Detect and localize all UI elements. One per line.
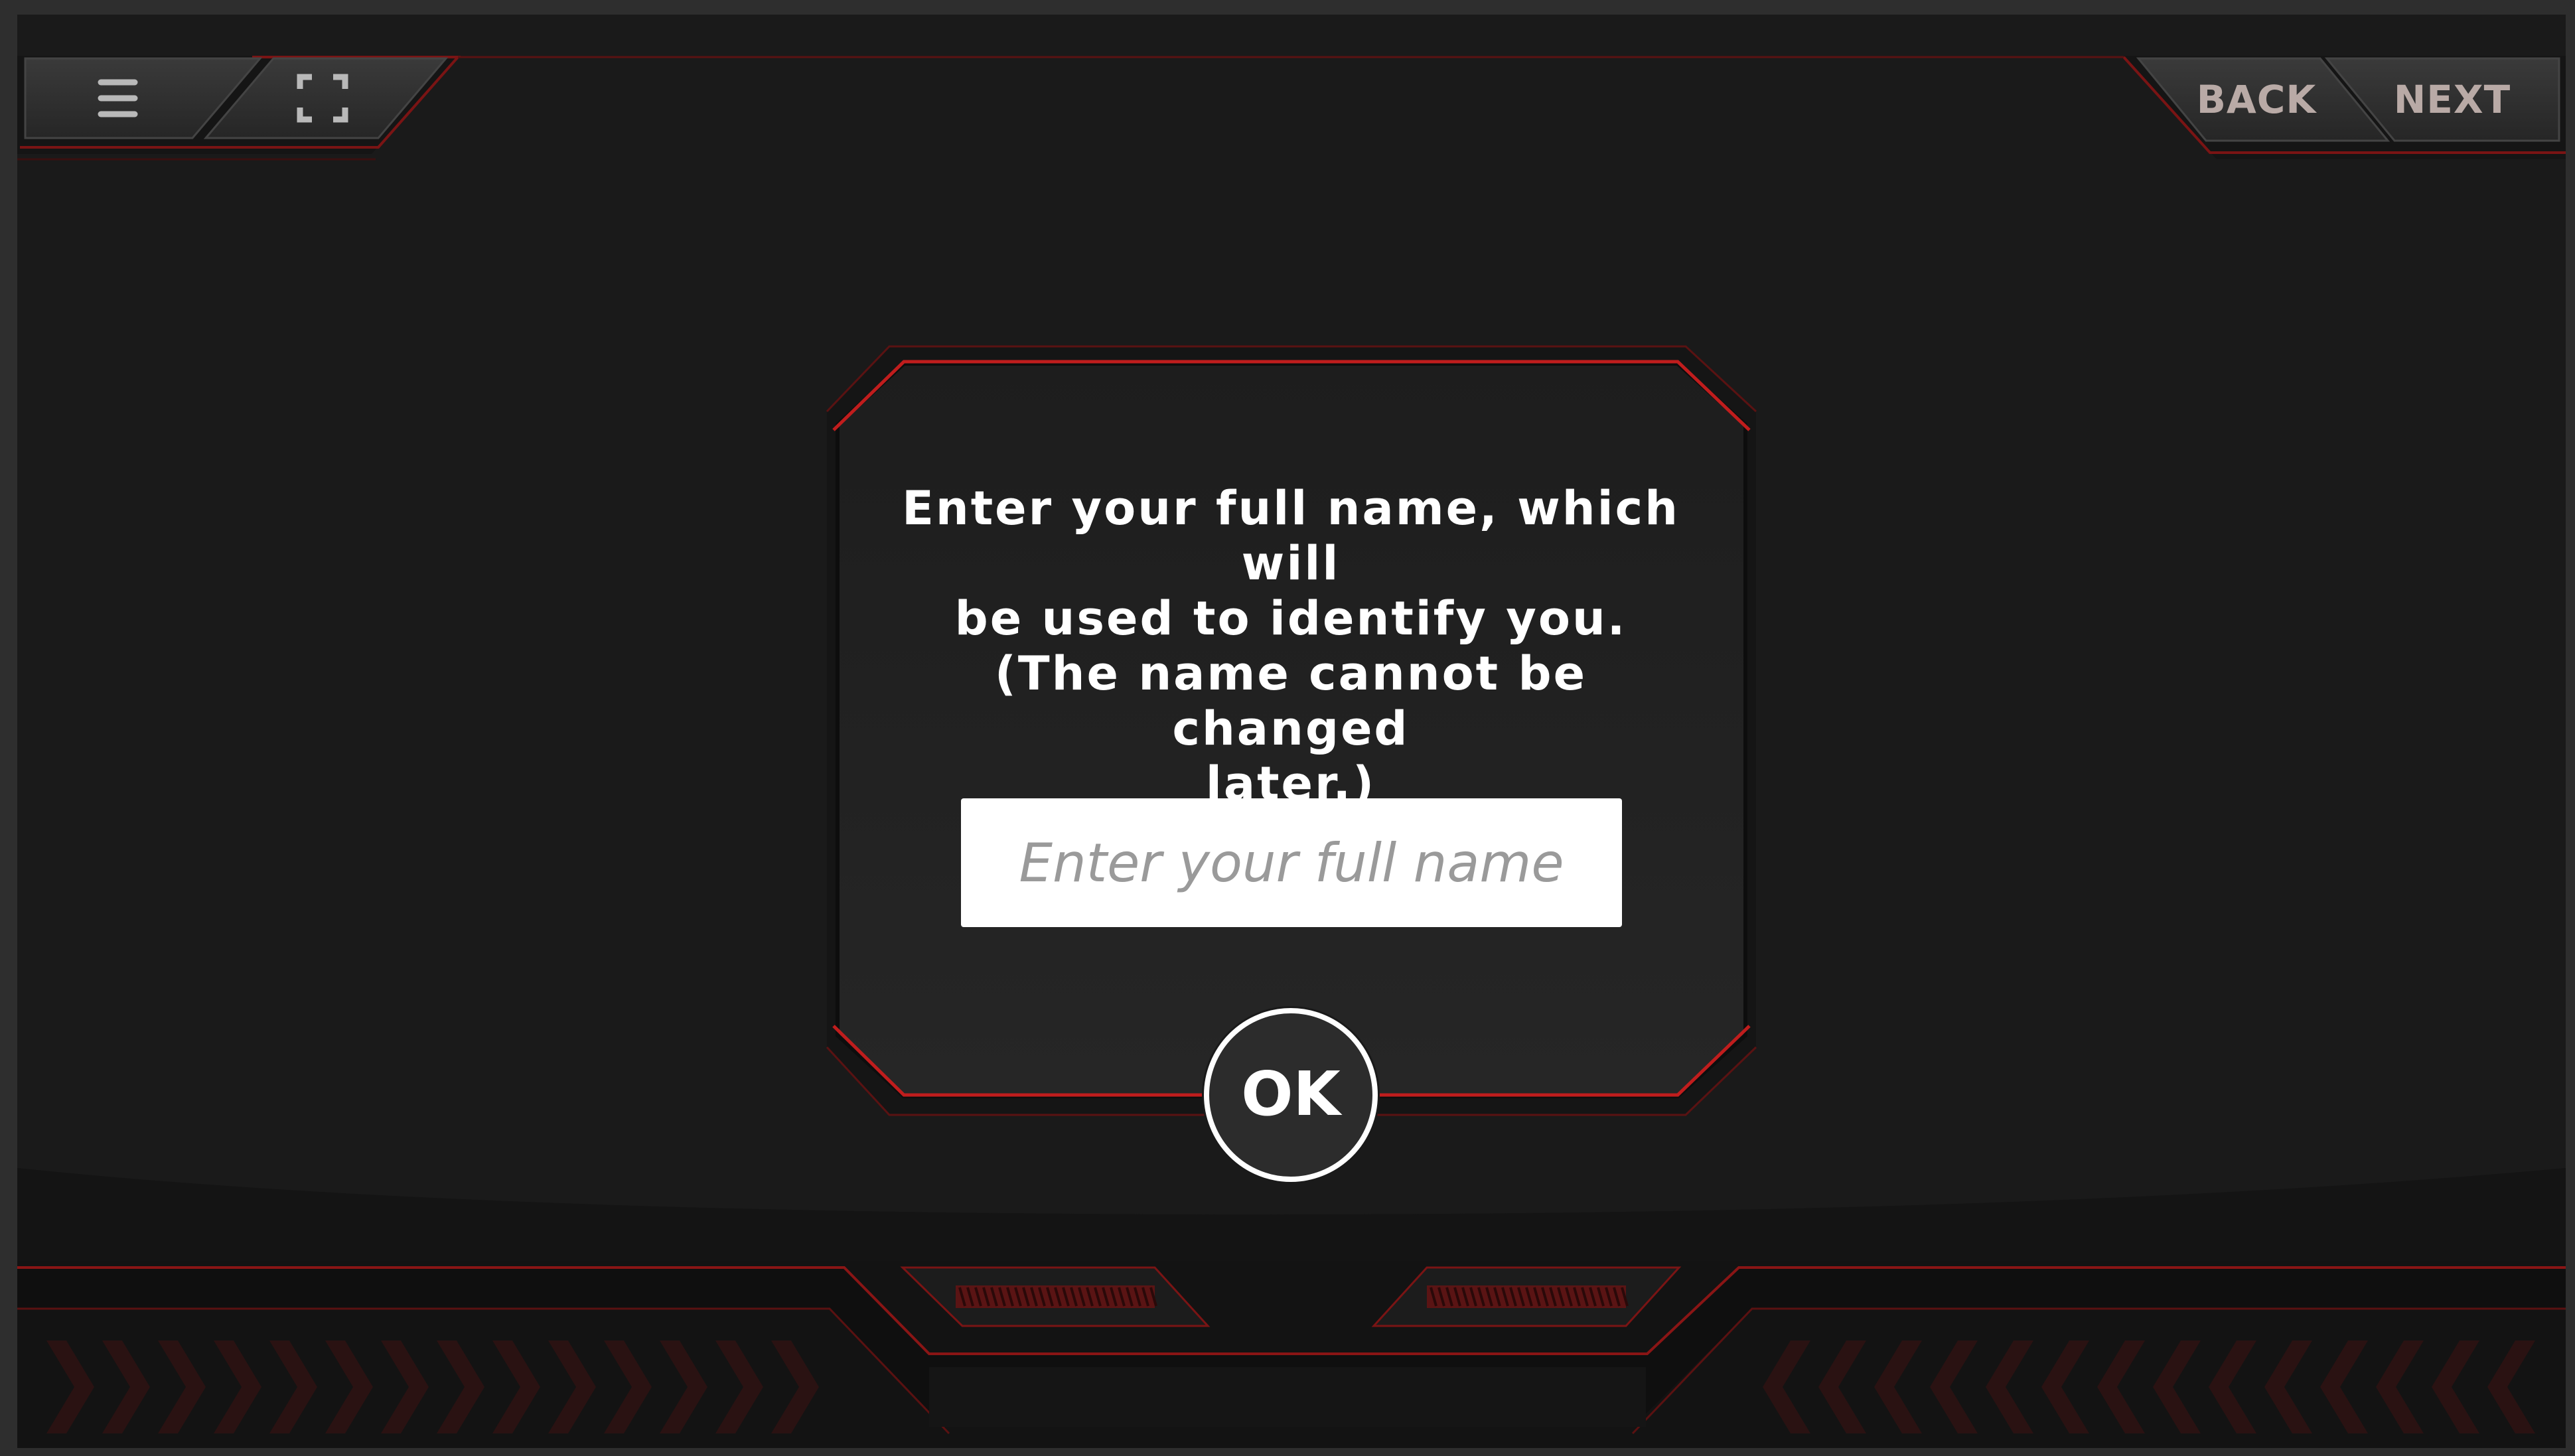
name-prompt-text: Enter your full name, which will be used… (876, 481, 1706, 812)
full-name-input[interactable] (961, 798, 1622, 927)
ok-button[interactable] (1202, 1006, 1380, 1184)
prompt-line: (The name cannot be changed (994, 646, 1587, 756)
app-screen: // Decorative chevrons and vent stripes … (0, 0, 2575, 1456)
prompt-line: Enter your full name, which will (902, 481, 1680, 591)
prompt-line: be used to identify you. (954, 591, 1627, 646)
next-button-label[interactable]: NEXT (2373, 73, 2532, 126)
back-button-label[interactable]: BACK (2177, 73, 2336, 126)
